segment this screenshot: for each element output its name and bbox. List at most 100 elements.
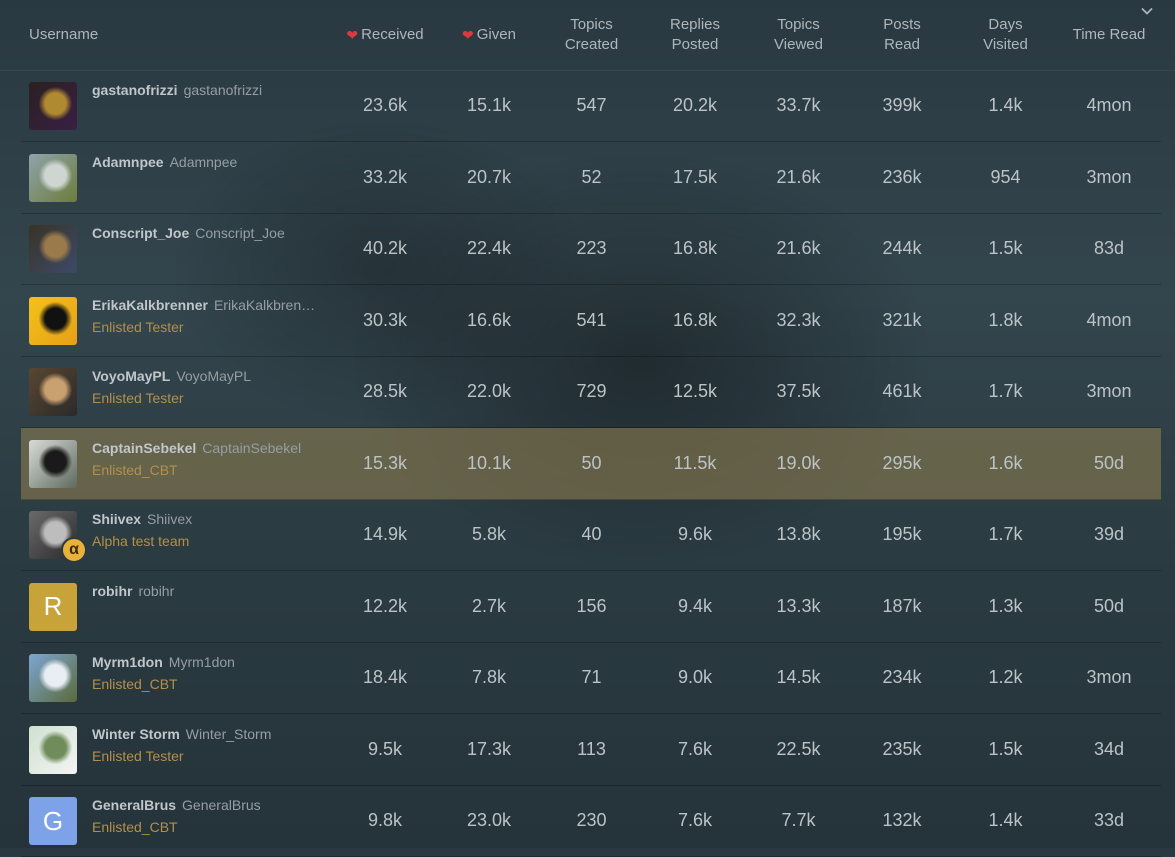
username-link[interactable]: Conscript_Joe [92,225,189,241]
stat-replies: 9.0k [677,667,713,687]
header-given-label: Given [476,26,516,43]
table-row[interactable]: α Shiivex Shiivex Alpha test team 14.9k 5.8k 4… [21,499,1161,571]
username-link[interactable]: Myrm1don [92,654,163,670]
header-days-visited[interactable]: Days Visited [954,0,1057,70]
stat-received: 15.3k [362,452,408,473]
avatar[interactable] [29,296,77,345]
stat-viewed: 13.8k [776,524,821,544]
stat-days: 1.4k [988,95,1023,115]
header-replies-posted-text: Replies Posted [670,15,720,55]
table-row[interactable]: Myrm1don Myrm1don Enlisted_CBT 18.4k 7.8k 71 9… [21,642,1161,714]
username-link[interactable]: robihr [92,583,132,599]
user-full-name: Adamnpee [169,153,238,170]
stat-time: 34d [1093,738,1125,759]
header-given[interactable]: ❤ Given [437,0,541,70]
header-line: Topics [570,16,613,33]
user-name-line: Winter Storm Winter_Storm [92,726,271,742]
stat-received: 40.2k [362,238,408,258]
username-link[interactable]: Adamnpee [92,154,164,170]
stat-days: 954 [990,166,1021,187]
header-topics-viewed[interactable]: Topics Viewed [747,0,850,70]
heart-icon: ❤ [346,27,359,43]
stat-read: 321k [882,309,922,330]
stat-read: 244k [882,238,922,258]
header-line: Days [988,16,1023,33]
stat-read: 132k [882,810,922,830]
stat-received: 30.3k [362,309,408,330]
user-name-line: GeneralBrus GeneralBrus [92,797,261,813]
user-title: Enlisted_CBT [92,676,178,692]
stat-received: 14.9k [362,524,408,544]
header-topics-created[interactable]: Topics Created [540,0,643,70]
stat-given: 22.4k [466,238,512,258]
avatar[interactable] [29,725,77,774]
stat-topics: 71 [581,667,602,687]
table-row[interactable]: G GeneralBrus GeneralBrus Enlisted_CBT 9.8k 2… [21,785,1161,857]
avatar[interactable]: R [29,582,77,631]
stat-viewed: 21.6k [776,166,821,187]
stat-days: 1.8k [988,309,1023,330]
avatar[interactable] [29,368,77,416]
stat-given: 22.0k [466,381,512,401]
header-line: Posts [883,16,921,33]
header-replies-posted[interactable]: Replies Posted [643,0,747,70]
username-link[interactable]: gastanofrizzi [92,82,178,98]
username-link[interactable]: VoyoMayPL [92,368,170,384]
username-link[interactable]: Winter Storm [92,726,180,742]
header-username[interactable]: Username [29,0,229,70]
header-username-label: Username [29,26,99,43]
table-row[interactable]: ErikaKalkbrenner ErikaKalkbren… Enlisted T… [21,285,1161,357]
header-received[interactable]: ❤ Received [333,0,437,70]
username-link[interactable]: GeneralBrus [92,797,176,813]
username-link[interactable]: CaptainSebekel [92,440,196,456]
stat-replies: 7.6k [677,738,713,759]
avatar[interactable] [29,82,77,130]
stat-time: 3mon [1086,166,1132,187]
user-title: Enlisted Tester [92,390,184,406]
stat-received: 9.5k [367,738,403,759]
table-row[interactable]: Conscript_Joe Conscript_Joe 40.2k 22.4k 223 1… [21,213,1161,285]
stat-read: 295k [882,452,922,473]
table-row[interactable]: Rrobihr robihr 12.2k 2.7k 156 9.4k 13.3k 187k 1.… [21,571,1161,643]
user-full-name: GeneralBrus [182,797,261,813]
user-name-line: CaptainSebekel CaptainSebekel [92,440,301,456]
stat-time: 4mon [1086,309,1132,330]
avatar[interactable] [29,225,77,273]
stat-replies: 20.2k [672,95,718,115]
chevron-down-icon[interactable] [1139,4,1155,20]
header-posts-read[interactable]: Posts Read [850,0,954,70]
stat-replies: 12.5k [672,381,718,401]
table-row[interactable]: VoyoMayPL VoyoMayPL Enlisted Tester 28.5k 22… [21,356,1161,428]
table-row[interactable]: CaptainSebekel CaptainSebekel Enlisted_CBT… [21,427,1161,500]
user-full-name: gastanofrizzi [183,82,263,98]
stat-received: 33.2k [362,166,408,187]
username-link[interactable]: Shiivex [92,511,141,527]
user-name-line: VoyoMayPL VoyoMayPL [92,368,251,384]
table-row[interactable]: Adamnpee Adamnpee 33.2k 20.7k 52 17.5k 21.6k 23… [21,142,1161,214]
user-name-line: Myrm1don Myrm1don [92,654,235,670]
table-row[interactable]: Winter Storm Winter_Storm Enlisted Tester 9… [21,714,1161,786]
avatar[interactable]: G [29,797,77,845]
stat-read: 461k [882,381,922,401]
avatar[interactable] [29,654,77,702]
user-title: Enlisted Tester [92,318,184,335]
table-row[interactable]: gastanofrizzi gastanofrizzi 23.6k 15.1k 547 2… [21,70,1161,142]
stat-viewed: 7.7k [781,810,816,830]
header-topics-viewed-text: Topics Viewed [774,15,823,55]
heart-icon: ❤ [462,27,474,43]
user-full-name: CaptainSebekel [202,439,302,456]
header-line: Posted [671,36,719,53]
stat-topics: 230 [576,810,607,830]
avatar[interactable] [29,439,77,488]
header-line: Read [884,36,920,53]
stat-received: 23.6k [362,95,408,115]
user-full-name: Conscript_Joe [195,225,285,241]
stat-days: 1.3k [988,595,1023,616]
stat-topics: 52 [581,166,602,187]
avatar[interactable] [29,153,77,202]
alpha-badge-icon: α [61,537,87,563]
stat-given: 23.0k [466,810,512,830]
stat-given: 16.6k [466,309,512,330]
username-link[interactable]: ErikaKalkbrenner [92,297,208,313]
stat-read: 399k [882,95,922,115]
